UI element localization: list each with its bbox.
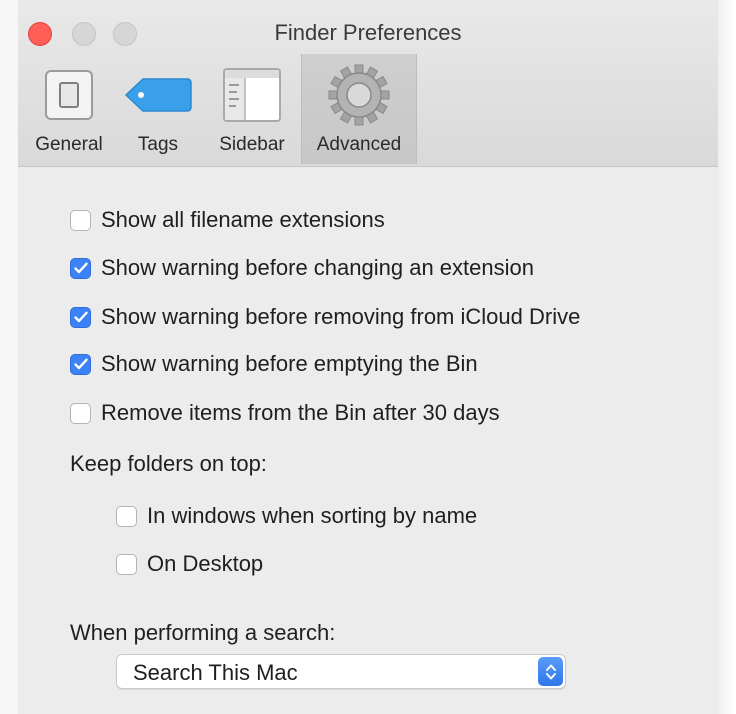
checkbox-warn-change-extension[interactable]: [70, 257, 91, 279]
keep-folders-label: Keep folders on top:: [70, 451, 267, 476]
option-warn-empty-bin[interactable]: Show warning before emptying the Bin: [70, 351, 478, 377]
option-folders-top-desktop[interactable]: On Desktop: [116, 551, 263, 577]
checkbox-folders-top-desktop[interactable]: [116, 553, 137, 575]
option-label: Show warning before emptying the Bin: [101, 351, 478, 376]
option-warn-change-extension[interactable]: Show warning before changing an extensio…: [70, 255, 534, 281]
option-label: In windows when sorting by name: [147, 503, 478, 528]
checkbox-show-extensions[interactable]: [70, 209, 91, 231]
general-switch-icon: [43, 60, 95, 130]
finder-preferences-window: Finder Preferences General Tags Sidebar …: [18, 0, 718, 714]
option-remove-bin-30-days[interactable]: Remove items from the Bin after 30 days: [70, 400, 500, 426]
option-label: Show warning before changing an extensio…: [101, 255, 534, 280]
checkbox-warn-icloud-remove[interactable]: [70, 306, 91, 328]
tab-tags-label: Tags: [137, 134, 179, 155]
sidebar-icon: [222, 60, 282, 130]
tag-icon: [123, 60, 193, 130]
tab-advanced-label: Advanced: [316, 134, 402, 155]
option-folders-top-windows[interactable]: In windows when sorting by name: [116, 503, 477, 529]
window-title: Finder Preferences: [274, 20, 462, 45]
tab-sidebar[interactable]: Sidebar: [204, 54, 300, 164]
checkbox-folders-top-windows[interactable]: [116, 505, 137, 527]
option-label: Remove items from the Bin after 30 days: [101, 400, 500, 425]
tab-tags[interactable]: Tags: [118, 54, 198, 164]
option-label: On Desktop: [147, 551, 264, 576]
checkbox-warn-empty-bin[interactable]: [70, 353, 91, 375]
option-label: Show all filename extensions: [101, 207, 385, 232]
search-scope-value: Search This Mac: [133, 660, 298, 685]
gear-icon: [328, 60, 390, 130]
popup-stepper-icon[interactable]: [538, 657, 563, 686]
desktop-background: [718, 0, 736, 714]
option-show-extensions[interactable]: Show all filename extensions: [70, 207, 385, 233]
search-scope-label: When performing a search:: [70, 620, 336, 645]
tab-sidebar-label: Sidebar: [219, 134, 285, 155]
option-warn-icloud-remove[interactable]: Show warning before removing from iCloud…: [70, 304, 580, 330]
tab-general[interactable]: General: [24, 54, 114, 164]
toolbar: Finder Preferences General Tags Sidebar …: [18, 0, 718, 167]
tab-general-label: General: [35, 134, 103, 155]
tab-advanced[interactable]: Advanced: [301, 54, 417, 164]
search-scope-select[interactable]: Search This Mac: [116, 654, 566, 689]
checkbox-remove-bin-30-days[interactable]: [70, 402, 91, 424]
option-label: Show warning before removing from iCloud…: [101, 304, 581, 329]
